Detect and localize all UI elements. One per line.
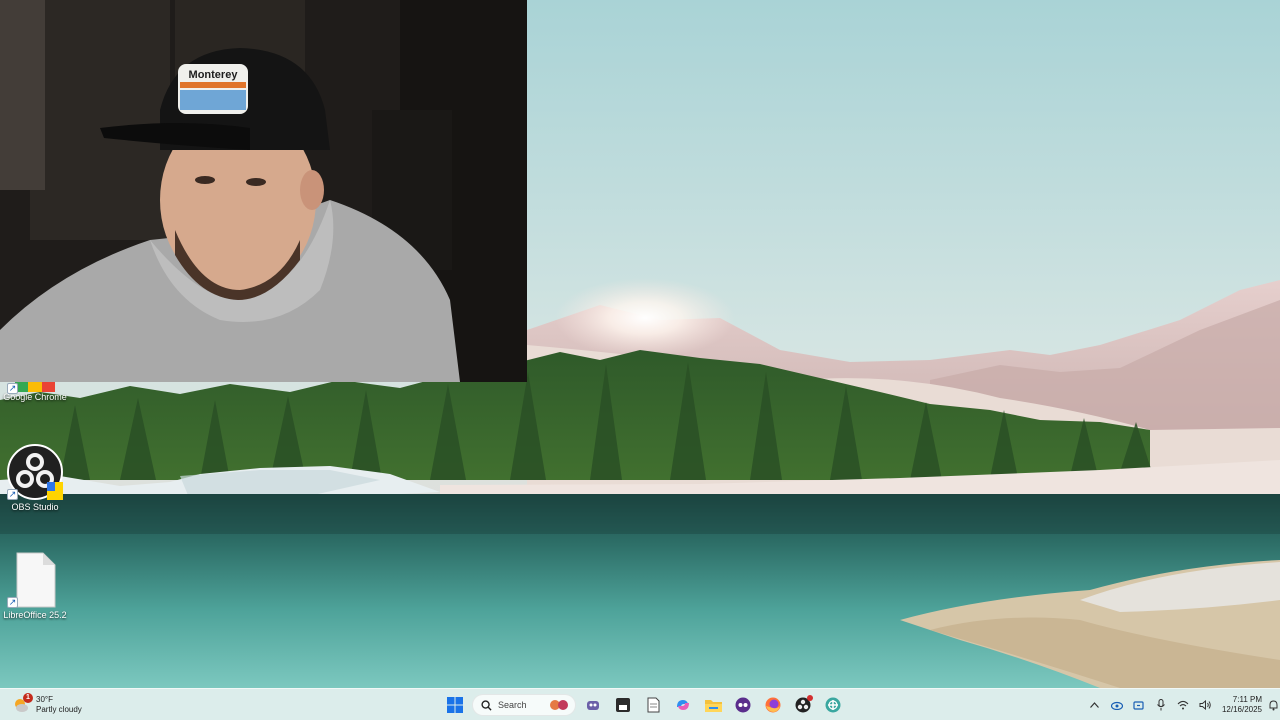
start-button[interactable] <box>440 693 470 717</box>
taskbar-notepad-app[interactable] <box>638 693 668 717</box>
desktop-icon-label: LibreOffice 25.2 <box>3 610 67 620</box>
taskbar-terminal-app[interactable] <box>608 693 638 717</box>
shortcut-arrow-icon: ↗ <box>7 383 18 394</box>
weather-notification-badge: 1 <box>23 693 33 703</box>
taskbar-apps: Search <box>440 693 848 717</box>
taskbar-ai-app[interactable] <box>728 693 758 717</box>
file-icon: ↗ <box>5 550 65 610</box>
recording-indicator <box>807 695 813 701</box>
taskbar-game-app[interactable] <box>578 693 608 717</box>
search-icon <box>481 699 492 711</box>
taskbar-file-explorer[interactable] <box>698 693 728 717</box>
webcam-overlay: Monterey <box>0 0 527 382</box>
notification-center-button[interactable] <box>1266 693 1280 717</box>
taskbar-copilot-app[interactable] <box>668 693 698 717</box>
tray-sync-button[interactable] <box>1128 693 1150 717</box>
taskbar: 1 30°F Partly cloudy Search 7:11 PM 12/1… <box>0 688 1280 720</box>
taskbar-network-app[interactable] <box>818 693 848 717</box>
chrome-icon: ↗ <box>5 378 65 394</box>
microphone-icon <box>1157 699 1165 711</box>
network-app-icon <box>825 697 841 713</box>
taskbar-firefox[interactable] <box>758 693 788 717</box>
show-hidden-icons-button[interactable] <box>1084 693 1106 717</box>
shortcut-arrow-icon: ↗ <box>7 489 18 500</box>
wifi-button[interactable] <box>1172 693 1194 717</box>
copilot-icon <box>677 700 689 710</box>
taskbar-obs[interactable] <box>788 693 818 717</box>
clock-time: 7:11 PM <box>1232 695 1262 704</box>
volume-button[interactable] <box>1194 693 1216 717</box>
svg-text:Monterey: Monterey <box>189 69 239 81</box>
weather-widget[interactable]: 1 30°F Partly cloudy <box>12 693 82 717</box>
clock-date: 12/16/2025 <box>1221 705 1262 714</box>
weather-temperature: 30°F <box>36 695 53 704</box>
taskbar-search-box[interactable]: Search <box>472 694 576 716</box>
windows-start-icon <box>447 697 463 713</box>
wifi-icon <box>1177 700 1189 710</box>
volume-icon <box>1199 700 1211 710</box>
weather-condition: Partly cloudy <box>36 705 82 714</box>
terminal-icon <box>616 698 630 712</box>
firefox-icon <box>765 697 781 713</box>
desktop-icon-google-chrome[interactable]: ↗ Google Chrome <box>0 378 70 402</box>
weather-icon: 1 <box>12 693 33 714</box>
search-highlight-icon <box>550 700 568 710</box>
tray-cloud-button[interactable] <box>1106 693 1128 717</box>
notification-bell-icon <box>1269 699 1277 710</box>
file-explorer-icon <box>704 700 722 712</box>
sync-icon <box>1133 700 1145 710</box>
microphone-button[interactable] <box>1150 693 1172 717</box>
game-icon <box>587 701 599 710</box>
clock[interactable]: 7:11 PM 12/16/2025 <box>1216 695 1266 715</box>
notepad-icon <box>647 697 659 713</box>
desktop-icon-obs-studio[interactable]: ↗ OBS Studio <box>0 442 70 512</box>
desktop-icon-libreoffice[interactable]: ↗ LibreOffice 25.2 <box>0 550 70 620</box>
system-tray: 7:11 PM 12/16/2025 <box>1084 693 1280 717</box>
desktop-icon-label: OBS Studio <box>11 502 59 512</box>
ai-app-icon <box>735 697 751 713</box>
cloud-sync-icon <box>1110 701 1123 710</box>
search-placeholder: Search <box>498 700 527 710</box>
shortcut-arrow-icon: ↗ <box>7 597 18 608</box>
chevron-up-icon <box>1090 702 1100 708</box>
obs-icon: ↗ <box>5 442 65 502</box>
